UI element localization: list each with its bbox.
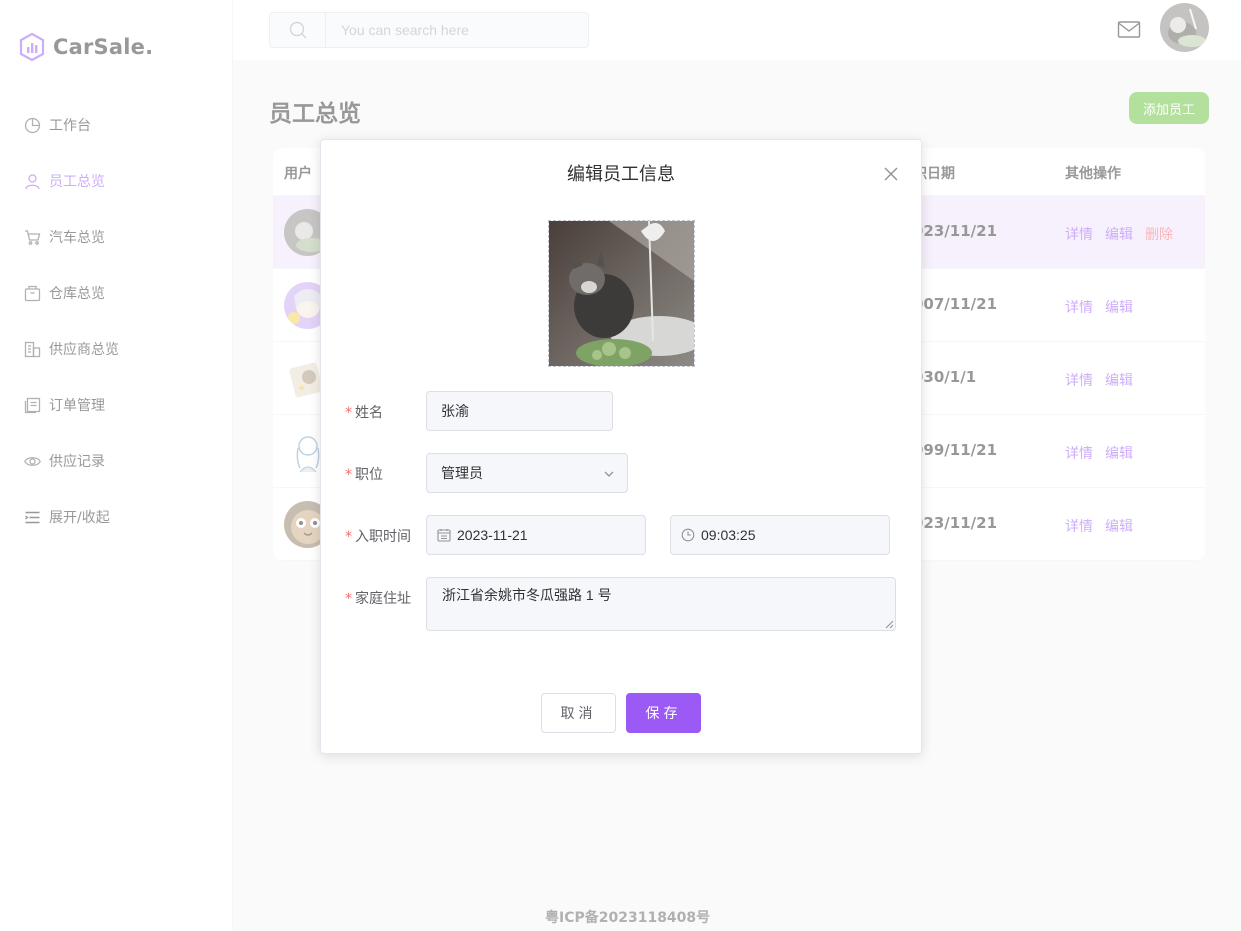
- join-time-label: * 入职时间: [345, 529, 411, 545]
- date-value: 2023-11-21: [457, 527, 528, 543]
- cancel-button[interactable]: 取消: [541, 693, 616, 733]
- position-label: * 职位: [345, 467, 383, 483]
- address-textarea[interactable]: 浙江省余姚市冬瓜强路 1 号: [426, 577, 896, 631]
- clock-icon: [681, 528, 695, 542]
- chevron-down-icon: [604, 471, 614, 477]
- avatar-upload[interactable]: [548, 220, 695, 367]
- cat-photo: [549, 221, 694, 366]
- close-icon[interactable]: [883, 166, 899, 182]
- name-field[interactable]: 张渝: [426, 391, 613, 431]
- position-select[interactable]: 管理员: [426, 453, 628, 493]
- position-value: 管理员: [441, 465, 483, 481]
- edit-employee-dialog: 编辑员工信息 * 姓名 张渝 * 职位 管理员 * 入职时间 2023-11-2…: [320, 139, 922, 754]
- dialog-title: 编辑员工信息: [567, 164, 675, 185]
- time-picker[interactable]: 09:03:25: [670, 515, 890, 555]
- name-label: * 姓名: [345, 405, 383, 421]
- save-button[interactable]: 保存: [626, 693, 701, 733]
- time-value: 09:03:25: [701, 527, 756, 543]
- address-value: 浙江省余姚市冬瓜强路 1 号: [442, 587, 612, 603]
- calendar-icon: [437, 529, 451, 542]
- name-value: 张渝: [441, 403, 469, 419]
- date-picker[interactable]: 2023-11-21: [426, 515, 646, 555]
- address-label: * 家庭住址: [345, 591, 411, 607]
- resize-handle-icon[interactable]: [885, 620, 894, 629]
